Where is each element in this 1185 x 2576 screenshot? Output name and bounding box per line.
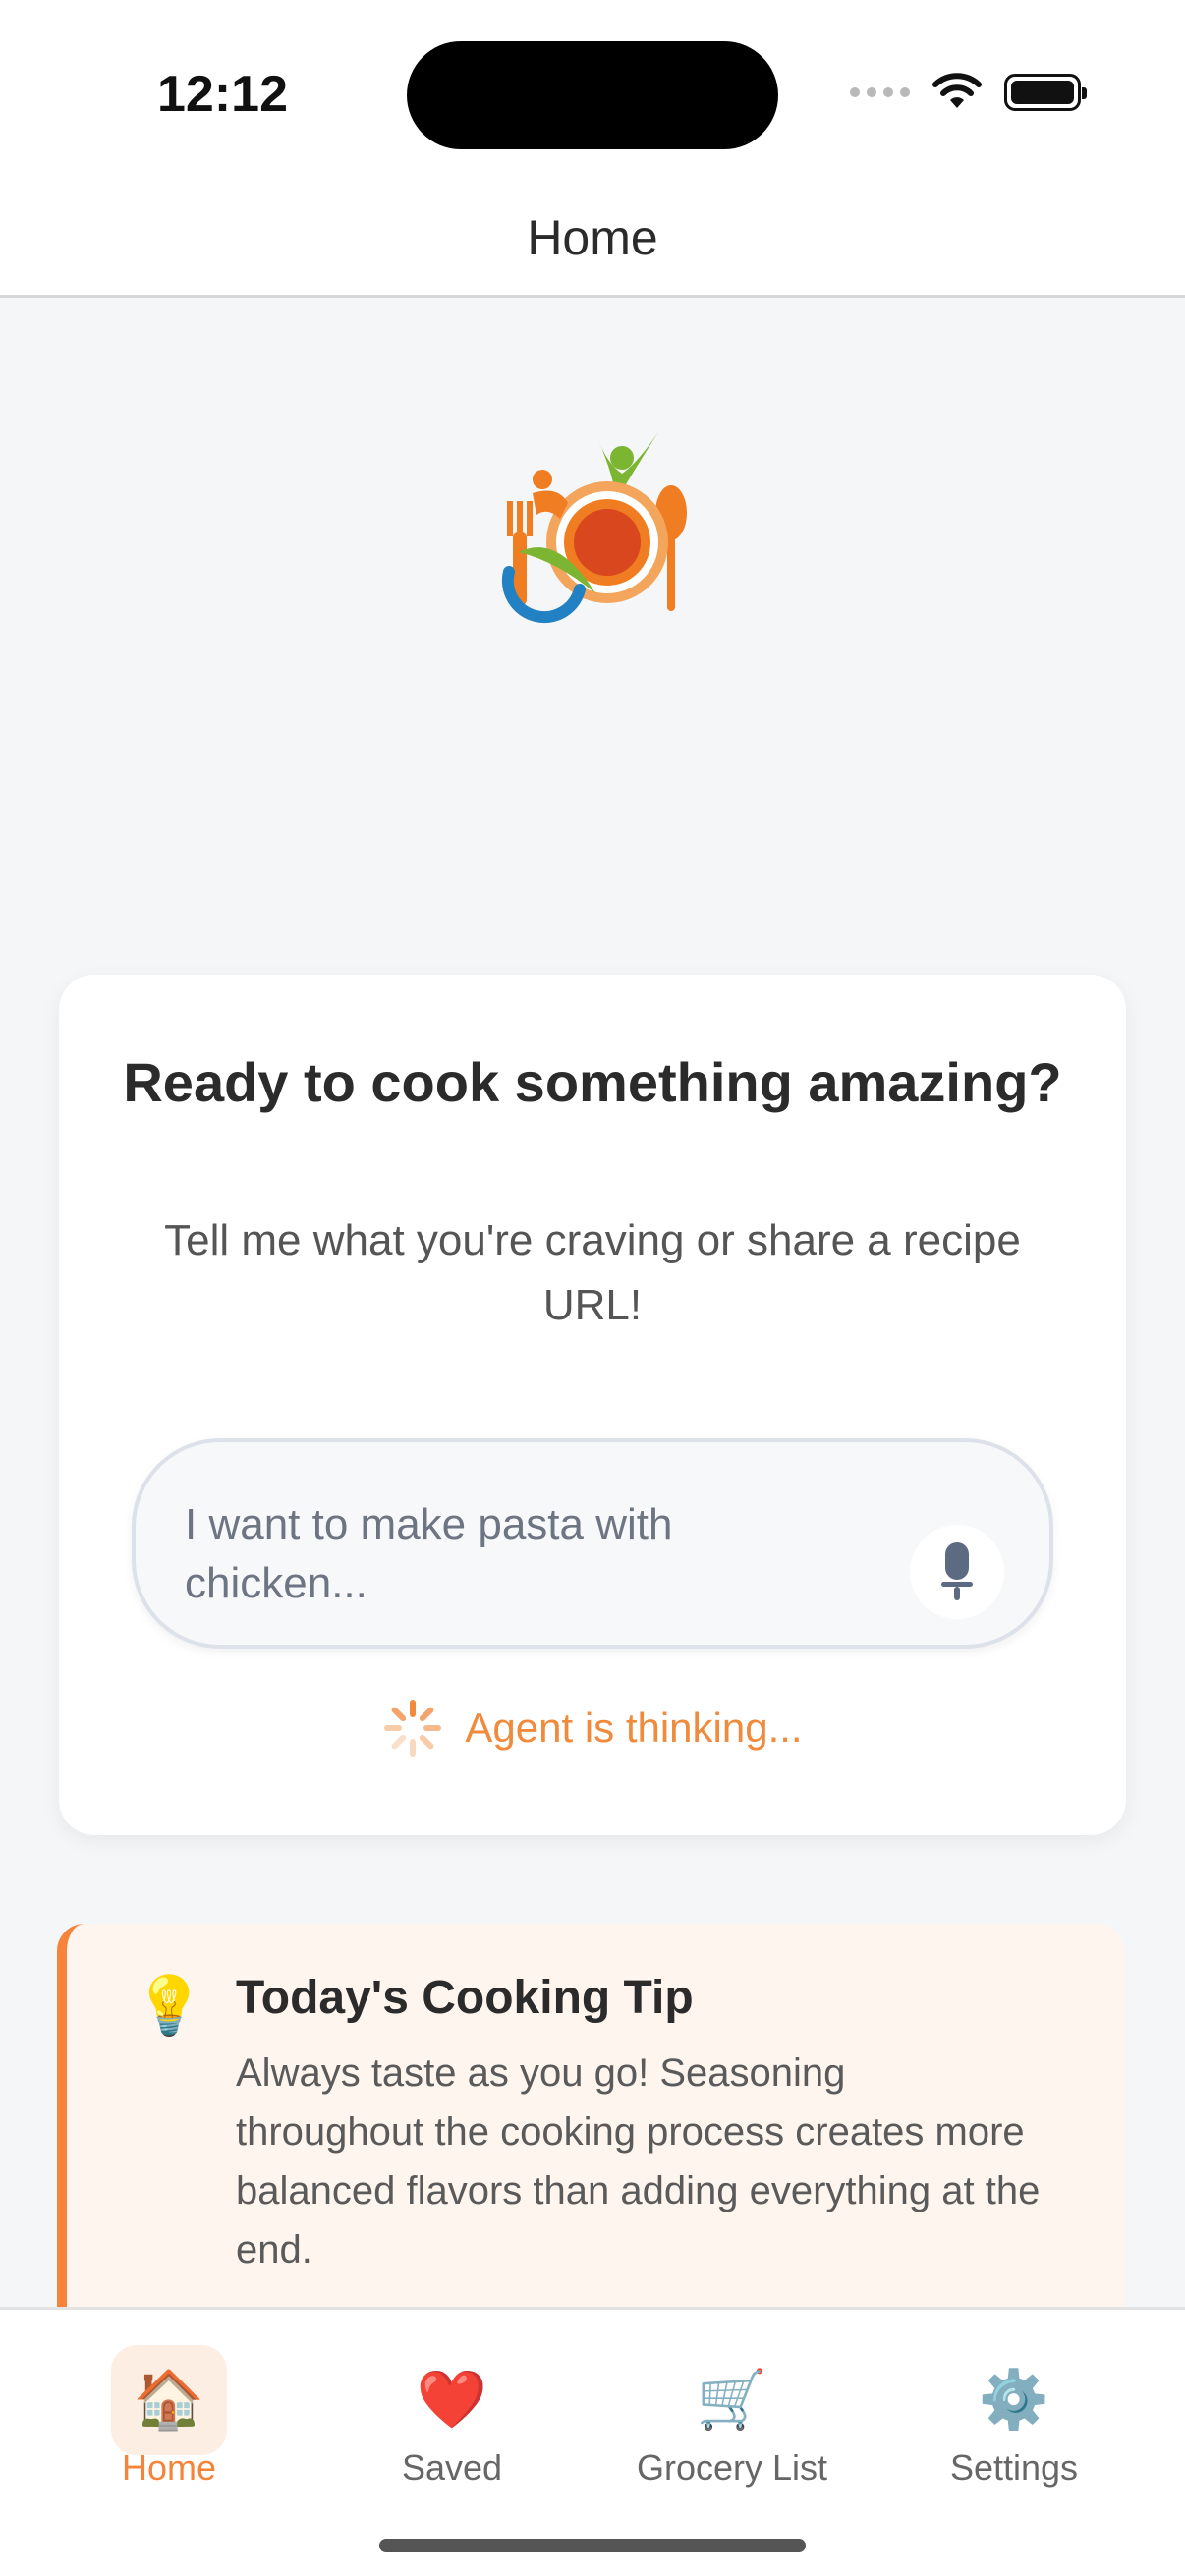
tab-settings[interactable]: ⚙️ Settings [896, 2345, 1132, 2492]
tip-title: Today's Cooking Tip [236, 1972, 694, 2024]
cooking-tip-card: 💡 Today's Cooking Tip Always taste as yo… [57, 1924, 1124, 2317]
recipe-input-placeholder: I want to make pasta with chicken... [185, 1500, 673, 1607]
cart-icon: 🛒 [696, 2368, 768, 2432]
house-icon: 🏠 [111, 2345, 227, 2455]
tab-grocery-list-label: Grocery List [636, 2447, 828, 2488]
wifi-icon [932, 73, 982, 108]
card-title: Ready to cook something amazing? [123, 1051, 1062, 1113]
page-title: Home [527, 210, 658, 265]
gear-icon: ⚙️ [978, 2368, 1050, 2432]
agent-status-text: Agent is thinking... [465, 1705, 803, 1751]
recipe-input[interactable]: I want to make pasta with chicken... [132, 1438, 1053, 1649]
lightbulb-icon: 💡 [134, 1974, 205, 2038]
status-icons [850, 73, 1087, 112]
agent-status: Agent is thinking... [59, 1698, 1126, 1759]
tab-grocery-list[interactable]: 🛒 Grocery List [614, 2345, 850, 2492]
tab-home-label: Home [121, 2447, 217, 2488]
microphone-icon [941, 1542, 973, 1600]
spinner-icon [384, 1700, 442, 1757]
prompt-card: Ready to cook something amazing? Tell me… [59, 975, 1126, 1835]
home-indicator[interactable] [379, 2539, 806, 2552]
app-logo [501, 432, 687, 624]
tab-saved[interactable]: ❤️ Saved [334, 2345, 570, 2492]
status-time: 12:12 [157, 66, 288, 123]
battery-icon [1004, 74, 1087, 111]
tab-bar: 🏠 Home ❤️ Saved 🛒 Grocery List ⚙️ Settin… [0, 2307, 1185, 2576]
tip-body: Always taste as you go! Seasoning throug… [236, 2051, 1041, 2271]
tab-saved-label: Saved [401, 2447, 503, 2488]
card-subtitle: Tell me what you're craving or share a r… [164, 1216, 1021, 1329]
status-bar: 12:12 [0, 0, 1185, 182]
nav-header: Home [0, 182, 1185, 298]
tab-home[interactable]: 🏠 Home [51, 2345, 287, 2492]
microphone-button[interactable] [910, 1525, 1004, 1619]
heart-icon: ❤️ [416, 2368, 488, 2432]
tab-settings-label: Settings [949, 2447, 1079, 2488]
signal-icon [850, 87, 910, 97]
dynamic-island [407, 41, 778, 149]
